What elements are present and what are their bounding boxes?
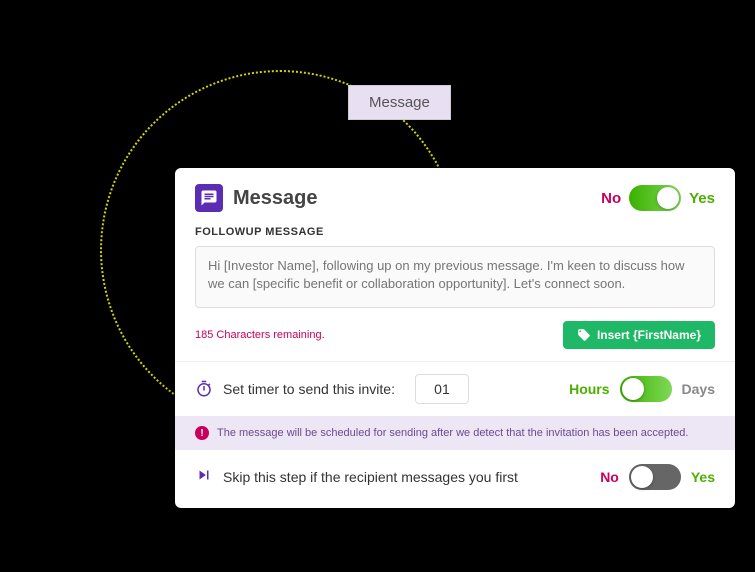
days-label: Days [682,381,715,397]
card-title: Message [233,187,601,210]
insert-firstname-button[interactable]: Insert {FirstName} [563,321,715,349]
followup-textarea-wrap [175,246,735,313]
clock-icon [195,380,213,398]
skip-no-label: No [600,469,619,485]
skip-yes-label: Yes [691,469,715,485]
skip-label: Skip this step if the recipient messages… [223,469,590,485]
chars-remaining: 185 Characters remaining. [195,329,325,341]
message-enable-toggle[interactable] [629,185,681,211]
followup-textarea[interactable] [195,246,715,308]
timer-row: Set timer to send this invite: Hours Day… [175,362,735,416]
message-icon [195,184,223,212]
hours-label: Hours [569,381,609,397]
tag-icon [577,328,591,342]
timer-label: Set timer to send this invite: [223,381,395,397]
toggle-no-label: No [601,190,621,207]
followup-section-label: FOLLOWUP MESSAGE [175,222,735,246]
skip-toggle[interactable] [629,464,681,490]
toggle-yes-label: Yes [689,190,715,207]
info-text: The message will be scheduled for sendin… [217,427,688,439]
message-enable-toggle-wrap: No Yes [601,185,715,211]
skip-icon [195,466,213,489]
message-card: Message No Yes FOLLOWUP MESSAGE 185 Char… [175,168,735,508]
insert-btn-label: Insert {FirstName} [597,328,701,342]
skip-row: Skip this step if the recipient messages… [175,450,735,508]
card-header: Message No Yes [175,168,735,222]
below-textarea-row: 185 Characters remaining. Insert {FirstN… [175,313,735,361]
hours-days-toggle[interactable] [620,376,672,402]
alert-icon: ! [195,426,209,440]
info-bar: ! The message will be scheduled for send… [175,416,735,450]
tab-message[interactable]: Message [348,85,451,120]
timer-input[interactable] [415,374,469,404]
